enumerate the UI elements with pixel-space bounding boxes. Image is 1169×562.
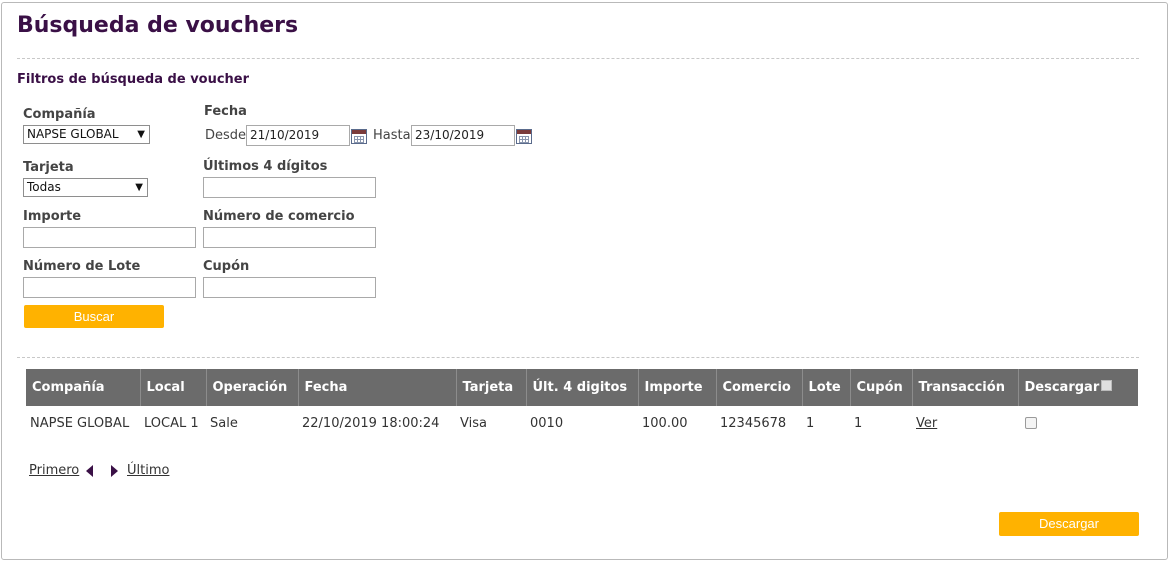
col-header-operation: Operación xyxy=(206,369,299,406)
cell-batch: 1 xyxy=(806,415,815,431)
cell-company: NAPSE GLOBAL xyxy=(30,415,130,431)
cell-merchant: 12345678 xyxy=(720,415,787,431)
company-label: Compañía xyxy=(23,107,96,122)
batch-number-label: Número de Lote xyxy=(23,259,141,274)
merchant-number-label: Número de comercio xyxy=(203,209,355,224)
filters-section-title: Filtros de búsqueda de voucher xyxy=(17,72,250,87)
table-row: NAPSE GLOBAL LOCAL 1 Sale 22/10/2019 18:… xyxy=(26,406,1138,440)
calendar-icon[interactable] xyxy=(351,129,367,144)
col-header-local: Local xyxy=(140,369,207,406)
col-header-merchant: Comercio xyxy=(716,369,803,406)
table-header-row: Compañía Local Operación Fecha Tarjeta Ú… xyxy=(26,369,1138,406)
company-select-value: NAPSE GLOBAL xyxy=(27,127,119,141)
title-divider xyxy=(17,58,1139,59)
pager-first-link[interactable]: Primero xyxy=(29,463,79,478)
select-all-checkbox[interactable] xyxy=(1101,380,1113,391)
date-label: Fecha xyxy=(204,104,247,119)
last4-label: Últimos 4 dígitos xyxy=(203,159,328,174)
date-from-label: Desde xyxy=(205,128,247,143)
col-header-date: Fecha xyxy=(298,369,457,406)
download-button[interactable]: Descargar xyxy=(999,512,1139,536)
amount-label: Importe xyxy=(23,209,82,224)
card-select[interactable]: Todas ▼ xyxy=(23,178,148,197)
dropdown-arrow-icon: ▼ xyxy=(135,182,143,193)
col-header-amount: Importe xyxy=(638,369,717,406)
card-select-value: Todas xyxy=(27,180,61,194)
col-header-transaction: Transacción xyxy=(912,369,1019,406)
cell-download xyxy=(1018,406,1138,440)
prev-page-icon[interactable] xyxy=(86,465,93,477)
col-header-last4: Últ. 4 digitos xyxy=(526,369,639,406)
amount-input[interactable] xyxy=(23,227,196,248)
cell-transaction: Ver xyxy=(912,406,1018,440)
coupon-input[interactable] xyxy=(203,277,376,298)
search-button[interactable]: Buscar xyxy=(24,305,164,328)
date-to-label: Hasta xyxy=(373,128,411,143)
col-header-card: Tarjeta xyxy=(456,369,527,406)
calendar-icon[interactable] xyxy=(516,129,532,144)
coupon-label: Cupón xyxy=(203,259,250,274)
merchant-number-input[interactable] xyxy=(203,227,376,248)
cell-date: 22/10/2019 18:00:24 xyxy=(302,415,440,431)
cell-card: Visa xyxy=(460,415,487,431)
col-header-batch: Lote xyxy=(802,369,851,406)
view-transaction-link[interactable]: Ver xyxy=(916,416,937,431)
cell-local: LOCAL 1 xyxy=(144,415,199,431)
last4-input[interactable] xyxy=(203,177,376,198)
dropdown-arrow-icon: ▼ xyxy=(137,129,145,140)
batch-number-input[interactable] xyxy=(23,277,196,298)
card-label: Tarjeta xyxy=(23,160,74,175)
next-page-icon[interactable] xyxy=(111,465,118,477)
results-table: Compañía Local Operación Fecha Tarjeta Ú… xyxy=(26,369,1138,440)
cell-amount: 100.00 xyxy=(642,415,688,431)
download-row-checkbox[interactable] xyxy=(1025,417,1037,429)
col-header-coupon: Cupón xyxy=(850,369,913,406)
date-to-input[interactable]: 23/10/2019 xyxy=(411,125,515,146)
company-select[interactable]: NAPSE GLOBAL ▼ xyxy=(23,125,150,144)
cell-coupon: 1 xyxy=(854,415,863,431)
col-header-download: Descargar xyxy=(1018,369,1138,406)
col-header-company: Compañía xyxy=(26,369,141,406)
page-title: Búsqueda de vouchers xyxy=(17,13,299,38)
col-header-download-label: Descargar xyxy=(1024,380,1100,395)
cell-operation: Sale xyxy=(210,415,238,431)
cell-last4: 0010 xyxy=(530,415,564,431)
results-divider xyxy=(17,357,1139,358)
pager-last-link[interactable]: Último xyxy=(127,463,169,478)
date-from-input[interactable]: 21/10/2019 xyxy=(246,125,350,146)
